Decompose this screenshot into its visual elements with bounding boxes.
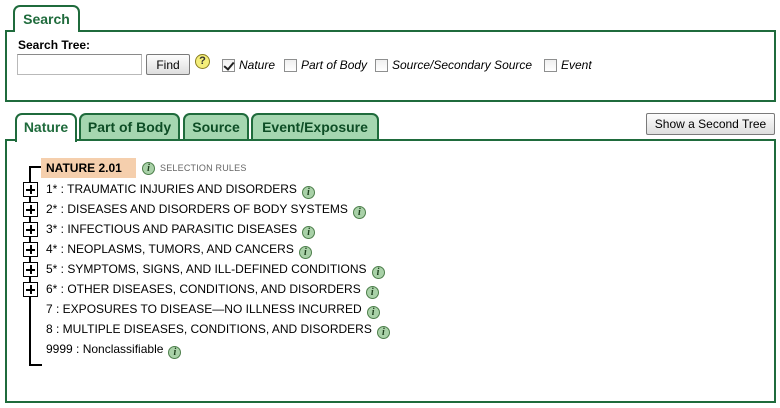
filter-nature[interactable]: Nature: [222, 57, 275, 73]
tree-item[interactable]: 2* : DISEASES AND DISORDERS OF BODY SYST…: [46, 201, 366, 219]
nature-checkbox[interactable]: [222, 58, 235, 72]
event-checkbox[interactable]: [544, 58, 557, 72]
info-icon[interactable]: i: [365, 286, 379, 299]
search-input[interactable]: [17, 54, 142, 75]
search-tab[interactable]: Search: [13, 5, 80, 32]
expand-icon[interactable]: [23, 262, 38, 277]
show-second-tree-button[interactable]: Show a Second Tree: [646, 113, 775, 135]
find-button[interactable]: Find: [146, 54, 190, 75]
selection-rules-link[interactable]: SELECTION RULES: [160, 163, 247, 173]
filter-label: Source/Secondary Source: [392, 58, 533, 72]
tab-source[interactable]: Source: [183, 113, 249, 140]
filter-label: Nature: [239, 58, 276, 72]
expand-icon[interactable]: [23, 242, 38, 257]
filter-part-of-body[interactable]: Part of Body: [284, 57, 367, 73]
tree-item[interactable]: 6* : OTHER DISEASES, CONDITIONS, AND DIS…: [46, 281, 379, 299]
tree-item[interactable]: 3* : INFECTIOUS AND PARASITIC DISEASES i: [46, 221, 316, 239]
tab-nature[interactable]: Nature: [15, 113, 77, 142]
filter-label: Part of Body: [301, 58, 368, 72]
tab-part-of-body[interactable]: Part of Body: [79, 113, 180, 140]
help-icon[interactable]: ?: [195, 54, 210, 69]
expand-icon[interactable]: [23, 182, 38, 197]
filter-event[interactable]: Event: [544, 57, 592, 73]
tree-connector-line: [29, 364, 42, 366]
expand-icon[interactable]: [23, 222, 38, 237]
source-checkbox[interactable]: [375, 58, 388, 72]
filter-source[interactable]: Source/Secondary Source: [375, 57, 532, 73]
tree-item[interactable]: 8 : MULTIPLE DISEASES, CONDITIONS, AND D…: [46, 321, 390, 339]
expand-icon[interactable]: [23, 282, 38, 297]
tab-event-exposure[interactable]: Event/Exposure: [251, 113, 379, 140]
info-icon[interactable]: i: [301, 186, 315, 199]
tree-item[interactable]: 5* : SYMPTOMS, SIGNS, AND ILL-DEFINED CO…: [46, 261, 385, 279]
tree-item[interactable]: 4* : NEOPLASMS, TUMORS, AND CANCERS i: [46, 241, 312, 259]
tree-item[interactable]: 9999 : Nonclassifiable i: [46, 341, 182, 359]
info-icon[interactable]: i: [352, 206, 366, 219]
info-icon[interactable]: i: [142, 162, 155, 175]
info-icon[interactable]: i: [366, 306, 380, 319]
tree-item[interactable]: 7 : EXPOSURES TO DISEASE—NO ILLNESS INCU…: [46, 301, 380, 319]
search-tree-label: Search Tree:: [18, 38, 91, 52]
filter-label: Event: [561, 58, 592, 72]
info-icon[interactable]: i: [298, 246, 312, 259]
info-icon[interactable]: i: [371, 266, 385, 279]
info-icon[interactable]: i: [376, 326, 390, 339]
search-panel: Search Tree: Find ? Nature Part of Body …: [5, 30, 776, 102]
tree-root-nature[interactable]: NATURE 2.01: [41, 158, 136, 178]
expand-icon[interactable]: [23, 202, 38, 217]
part-of-body-checkbox[interactable]: [284, 58, 297, 72]
tree-item[interactable]: 1* : TRAUMATIC INJURIES AND DISORDERS i: [46, 181, 315, 199]
